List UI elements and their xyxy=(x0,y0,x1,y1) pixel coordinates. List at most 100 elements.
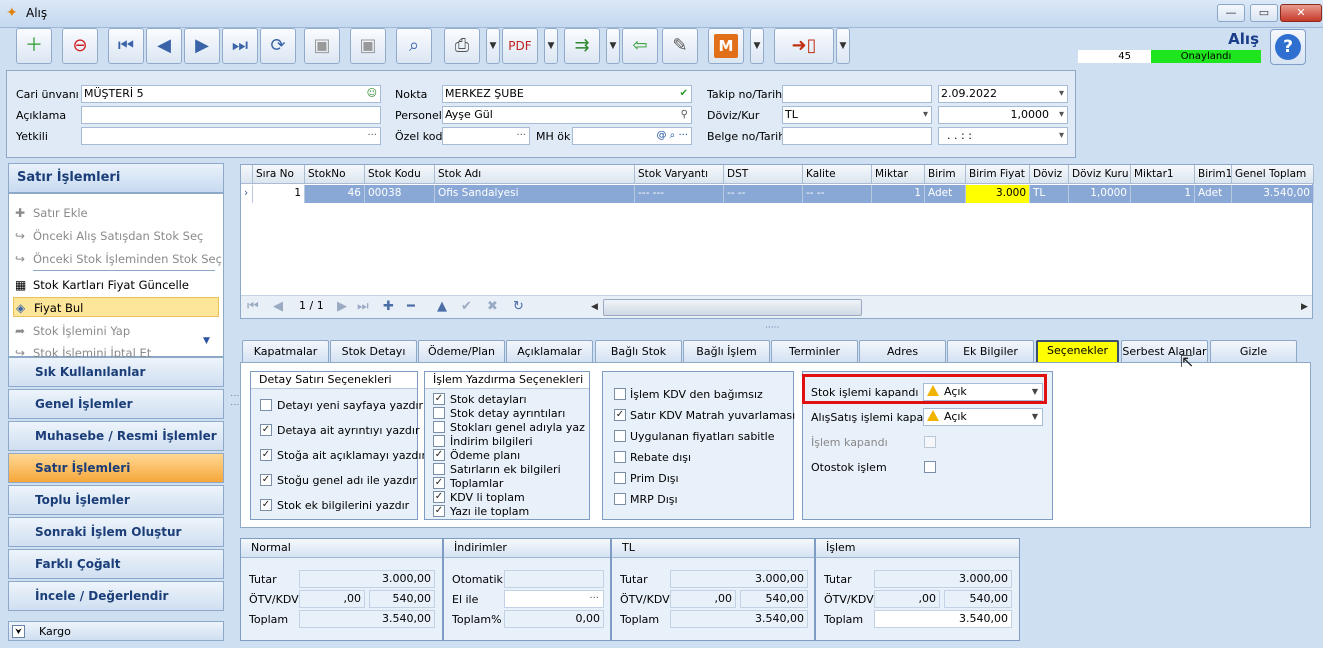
tab-odeme-plan[interactable]: Ödeme/Plan xyxy=(418,340,505,362)
next-record-icon[interactable]: ▶ xyxy=(337,299,347,314)
ellipsis-icon[interactable]: ··· xyxy=(516,128,526,144)
table-cell-editing[interactable]: 3.000 xyxy=(966,185,1030,203)
m-module-icon[interactable]: M xyxy=(708,28,744,64)
checkbox[interactable] xyxy=(614,430,626,442)
save-icon[interactable]: ▣ xyxy=(304,28,340,64)
checkbox[interactable] xyxy=(614,388,626,400)
previous-record-icon[interactable]: ◀ xyxy=(273,299,283,314)
add-row-icon[interactable]: ✚ xyxy=(383,299,394,314)
group-muhasebe[interactable]: Muhasebe / Resmi İşlemler xyxy=(8,421,224,451)
group-sonraki-islem[interactable]: Sonraki İşlem Oluştur xyxy=(8,517,224,547)
belge-tarih-field[interactable]: . . : : ▾ xyxy=(938,127,1068,145)
action-fiyat-guncelle[interactable]: ▦ Stok Kartları Fiyat Güncelle xyxy=(13,275,219,295)
refresh-grid-icon[interactable]: ↻ xyxy=(513,299,524,314)
checkbox[interactable]: ✓ xyxy=(260,474,272,486)
ellipsis-icon[interactable]: ··· xyxy=(367,128,377,144)
group-satir-islemleri[interactable]: Satır İşlemleri xyxy=(8,453,224,483)
checkbox[interactable] xyxy=(433,421,445,433)
scroll-down-icon[interactable]: ▼ xyxy=(203,336,210,346)
checkbox[interactable]: ✓ xyxy=(433,491,445,503)
scroll-left-icon[interactable]: ◀ xyxy=(591,302,598,312)
maximize-button[interactable]: ▭ xyxy=(1250,4,1278,22)
table-cell[interactable]: Adet xyxy=(1195,185,1232,203)
checkbox[interactable]: ✓ xyxy=(433,505,445,517)
action-onceki-stok[interactable]: ↪ Önceki Stok İşleminden Stok Seç xyxy=(13,249,222,269)
ellipsis-icon[interactable]: ··· xyxy=(589,591,599,607)
table-cell[interactable]: Adet xyxy=(925,185,966,203)
kur-field[interactable]: 1,0000 ▾ xyxy=(938,106,1068,124)
kargo-bar[interactable]: ⮟ Kargo xyxy=(8,621,224,641)
horizontal-scrollbar-thumb[interactable] xyxy=(603,299,862,316)
at-icon[interactable]: @ ⌕ ··· xyxy=(657,128,689,144)
column-header[interactable]: Miktar xyxy=(872,165,925,184)
checkbox[interactable]: ✓ xyxy=(260,499,272,511)
tab-bagli-islem[interactable]: Bağlı İşlem xyxy=(683,340,770,362)
checkbox[interactable]: ✓ xyxy=(433,449,445,461)
new-document-icon[interactable]: ＋ xyxy=(16,28,52,64)
help-button[interactable]: ? xyxy=(1270,29,1306,65)
tab-gizle[interactable]: Gizle xyxy=(1210,340,1297,362)
column-header[interactable]: Birim1 xyxy=(1195,165,1232,184)
takip-field[interactable] xyxy=(782,85,932,103)
aciklama-field[interactable] xyxy=(81,106,381,124)
checkbox[interactable] xyxy=(614,472,626,484)
previous-record-icon[interactable]: ◀ xyxy=(146,28,182,64)
table-cell[interactable]: Ofis Sandalyesi xyxy=(435,185,635,203)
group-incele[interactable]: İncele / Değerlendir xyxy=(8,581,224,611)
first-record-icon[interactable]: ⏮ xyxy=(247,299,259,314)
import-icon[interactable]: ⇦ xyxy=(622,28,658,64)
save-close-icon[interactable]: ▣ xyxy=(350,28,386,64)
chevron-down-icon[interactable]: ▾ xyxy=(1059,107,1064,123)
table-cell[interactable]: TL xyxy=(1030,185,1069,203)
pdf-dropdown-icon[interactable]: ▼ xyxy=(544,28,558,64)
checkbox[interactable]: ✓ xyxy=(614,409,626,421)
table-cell[interactable]: 3.540,00 xyxy=(1232,185,1314,203)
ozelkod-field[interactable]: ··· xyxy=(442,127,530,145)
group-toplu-islemler[interactable]: Toplu İşlemler xyxy=(8,485,224,515)
column-header[interactable]: Döviz xyxy=(1030,165,1069,184)
tab-adres[interactable]: Adres xyxy=(859,340,946,362)
tab-stok-detayi[interactable]: Stok Detayı xyxy=(330,340,417,362)
tab-aciklamalar[interactable]: Açıklamalar xyxy=(506,340,593,362)
table-cell[interactable]: 00038 xyxy=(365,185,435,203)
personel-field[interactable]: Ayşe Gül ⚲ xyxy=(442,106,692,124)
check-icon[interactable]: ✔ xyxy=(680,86,688,102)
edit-row-icon[interactable]: ▲ xyxy=(437,299,447,314)
scroll-right-icon[interactable]: ▶ xyxy=(1301,302,1308,312)
table-cell[interactable]: -- -- xyxy=(724,185,803,203)
table-cell[interactable]: 1 xyxy=(1131,185,1195,203)
checkbox[interactable]: ✓ xyxy=(260,449,272,461)
elile-field[interactable]: ··· xyxy=(504,590,604,608)
m-dropdown-icon[interactable]: ▼ xyxy=(750,28,764,64)
tab-secenekler[interactable]: Seçenekler xyxy=(1036,340,1119,362)
column-header[interactable]: Stok Adı xyxy=(435,165,635,184)
next-record-icon[interactable]: ▶ xyxy=(184,28,220,64)
splitter[interactable]: ⋮⋮ xyxy=(227,163,239,643)
delete-document-icon[interactable]: ⊖ xyxy=(62,28,98,64)
checkbox[interactable]: ✓ xyxy=(433,477,445,489)
exit-dropdown-icon[interactable]: ▼ xyxy=(836,28,850,64)
action-stok-islemi-yap[interactable]: ➦ Stok İşlemini Yap xyxy=(13,321,219,341)
action-fiyat-bul[interactable]: ◈ Fiyat Bul xyxy=(13,297,219,317)
yetkili-field[interactable]: ··· xyxy=(81,127,381,145)
tools-icon[interactable]: ✎ xyxy=(662,28,698,64)
pdf-export-icon[interactable]: PDF xyxy=(502,28,538,64)
tab-kapatmalar[interactable]: Kapatmalar xyxy=(242,340,329,362)
chevron-down-icon[interactable]: ▾ xyxy=(1059,86,1064,102)
checkbox[interactable] xyxy=(433,435,445,447)
action-stok-iptal[interactable]: ↪ Stok İşlemini İptal Et xyxy=(13,343,219,357)
table-cell[interactable]: -- -- xyxy=(803,185,872,203)
group-sik-kullanilanlar[interactable]: Sık Kullanılanlar xyxy=(8,357,224,387)
person-search-icon[interactable]: ⚲ xyxy=(681,107,688,123)
cari-field[interactable]: MÜŞTERİ 5 ☺ xyxy=(81,85,381,103)
action-satir-ekle[interactable]: ✚ Satır Ekle xyxy=(13,203,219,223)
expand-icon[interactable]: ⮟ xyxy=(12,625,25,638)
otostok-checkbox[interactable] xyxy=(924,461,936,473)
islem-kapandi-checkbox[interactable] xyxy=(924,436,936,448)
column-header[interactable]: Birim Fiyat xyxy=(966,165,1030,184)
tab-serbest-alanlar[interactable]: Serbest Alanlar xyxy=(1121,340,1208,362)
print-dropdown-icon[interactable]: ▼ xyxy=(486,28,500,64)
tab-bagli-stok[interactable]: Bağlı Stok xyxy=(595,340,682,362)
checkbox[interactable] xyxy=(260,399,272,411)
group-genel-islemler[interactable]: Genel İşlemler xyxy=(8,389,224,419)
